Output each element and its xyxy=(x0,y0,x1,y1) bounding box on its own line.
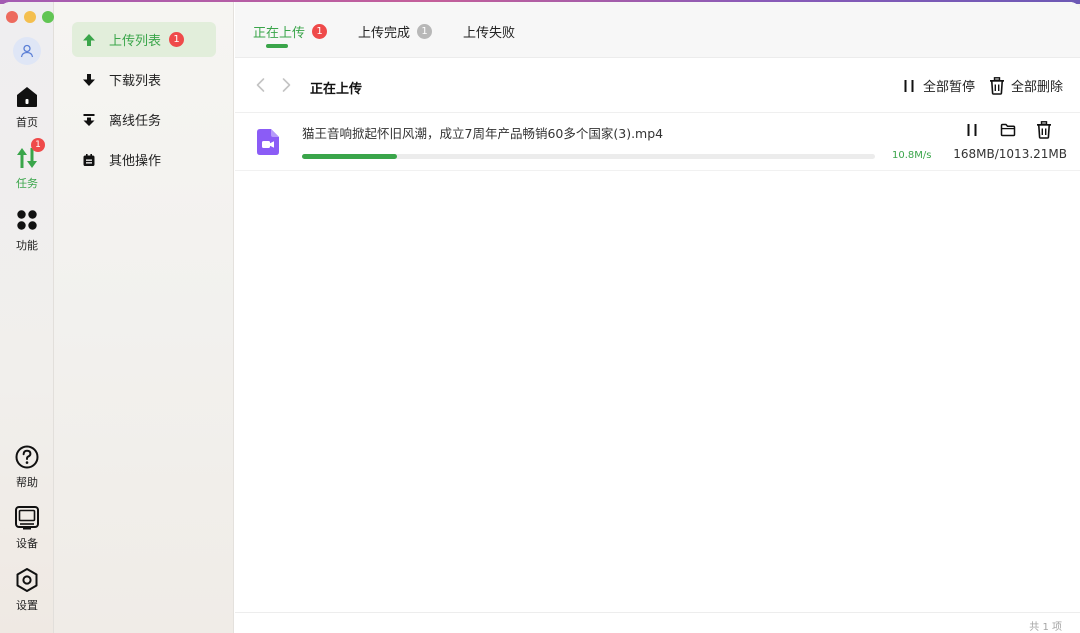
sidebar-label-download-list: 下载列表 xyxy=(109,74,162,89)
avatar[interactable] xyxy=(13,37,41,65)
main-panel: 正在上传 1 上传完成 1 上传失败 正在上传 全部暂停 全部删除 猫王音响掀起… xyxy=(235,2,1080,633)
tab-label-upload-complete: 上传完成 xyxy=(358,26,411,41)
rail-item-tasks[interactable]: 1 任务 xyxy=(0,138,54,191)
nav-rail: 首页 1 任务 功能 帮助 设备 设置 xyxy=(0,2,54,633)
sidebar-item-offline-tasks[interactable]: 离线任务 xyxy=(72,102,216,137)
rail-tasks-badge: 1 xyxy=(31,138,45,152)
table-row[interactable]: 猫王音响掀起怀旧风潮，成立7周年产品畅销60多个国家(3).mp4 10.8M/… xyxy=(235,113,1080,171)
list-title: 正在上传 xyxy=(310,82,363,97)
device-icon xyxy=(15,506,39,530)
tab-uploading[interactable]: 正在上传 1 xyxy=(253,22,328,41)
other-ops-icon xyxy=(83,153,95,166)
upload-speed: 10.8M/s xyxy=(892,150,932,161)
trash-icon xyxy=(990,76,1004,95)
rail-label-features: 功能 xyxy=(16,239,38,252)
trash-icon xyxy=(1037,121,1051,139)
tab-uploading-badge: 1 xyxy=(312,24,328,39)
help-icon xyxy=(15,445,39,469)
tab-label-upload-failed: 上传失败 xyxy=(463,26,516,41)
total-count: 共 1 项 xyxy=(1029,622,1062,633)
sidebar-item-download-list[interactable]: 下载列表 xyxy=(72,62,216,97)
rail-item-help[interactable]: 帮助 xyxy=(0,444,54,490)
video-file-icon xyxy=(257,129,279,155)
task-sidebar: 上传列表 1 下载列表 离线任务 其他操作 xyxy=(54,2,234,633)
rail-label-settings: 设置 xyxy=(16,599,38,612)
list-toolbar: 正在上传 全部暂停 全部删除 xyxy=(235,59,1080,113)
sidebar-item-upload-list[interactable]: 上传列表 1 xyxy=(72,22,216,57)
rail-label-devices: 设备 xyxy=(16,537,38,550)
pause-all-button[interactable]: 全部暂停 xyxy=(901,76,975,95)
back-arrow-icon[interactable] xyxy=(254,77,268,93)
window-controls xyxy=(6,11,54,23)
forward-arrow-icon[interactable] xyxy=(279,77,293,93)
close-window-button[interactable] xyxy=(6,11,18,23)
tab-label-uploading: 正在上传 xyxy=(253,26,306,41)
apps-grid-icon xyxy=(17,210,37,230)
tab-upload-failed[interactable]: 上传失败 xyxy=(463,22,515,41)
upload-progress-fill xyxy=(302,154,398,159)
sidebar-label-other-operations: 其他操作 xyxy=(109,154,162,169)
rail-item-devices[interactable]: 设备 xyxy=(0,505,54,551)
pause-icon xyxy=(904,79,914,92)
download-arrow-icon xyxy=(83,73,95,86)
delete-task-button[interactable] xyxy=(1035,121,1053,139)
file-name: 猫王音响掀起怀旧风潮，成立7周年产品畅销60多个国家(3).mp4 xyxy=(302,126,664,141)
upload-progress-bar xyxy=(302,154,875,159)
delete-all-label: 全部删除 xyxy=(1011,80,1064,95)
settings-icon xyxy=(16,568,38,592)
row-actions xyxy=(963,121,1053,139)
sidebar-label-upload-list: 上传列表 xyxy=(109,34,162,49)
upload-size: 168MB/1013.21MB xyxy=(953,147,1067,161)
user-icon xyxy=(20,44,34,58)
folder-icon xyxy=(1000,123,1016,137)
tab-upload-complete[interactable]: 上传完成 1 xyxy=(358,22,433,41)
active-tab-indicator xyxy=(266,44,288,48)
tab-complete-badge: 1 xyxy=(417,24,433,39)
rail-label-home: 首页 xyxy=(16,116,38,129)
sidebar-item-other-operations[interactable]: 其他操作 xyxy=(72,142,216,177)
rail-label-tasks: 任务 xyxy=(16,177,38,190)
app-window: 首页 1 任务 功能 帮助 设备 设置 上传列表 1 下载列表 离线任务 其他操… xyxy=(0,2,1080,633)
offline-download-icon xyxy=(83,113,95,126)
minimize-window-button[interactable] xyxy=(24,11,36,23)
maximize-window-button[interactable] xyxy=(42,11,54,23)
pause-all-label: 全部暂停 xyxy=(923,80,976,95)
home-icon xyxy=(17,87,37,107)
tabs-bar: 正在上传 1 上传完成 1 上传失败 xyxy=(235,2,1080,58)
delete-all-button[interactable]: 全部删除 xyxy=(989,76,1063,95)
upload-arrow-icon xyxy=(83,33,95,46)
open-folder-button[interactable] xyxy=(999,121,1017,139)
pause-task-button[interactable] xyxy=(963,121,981,139)
rail-item-features[interactable]: 功能 xyxy=(0,207,54,253)
sidebar-label-offline-tasks: 离线任务 xyxy=(109,114,162,129)
rail-label-help: 帮助 xyxy=(16,476,38,489)
status-footer: 共 1 项 xyxy=(235,612,1080,633)
rail-item-home[interactable]: 首页 xyxy=(0,84,54,130)
rail-item-settings[interactable]: 设置 xyxy=(0,567,54,613)
pause-icon xyxy=(967,124,977,136)
sidebar-upload-badge: 1 xyxy=(169,32,185,47)
